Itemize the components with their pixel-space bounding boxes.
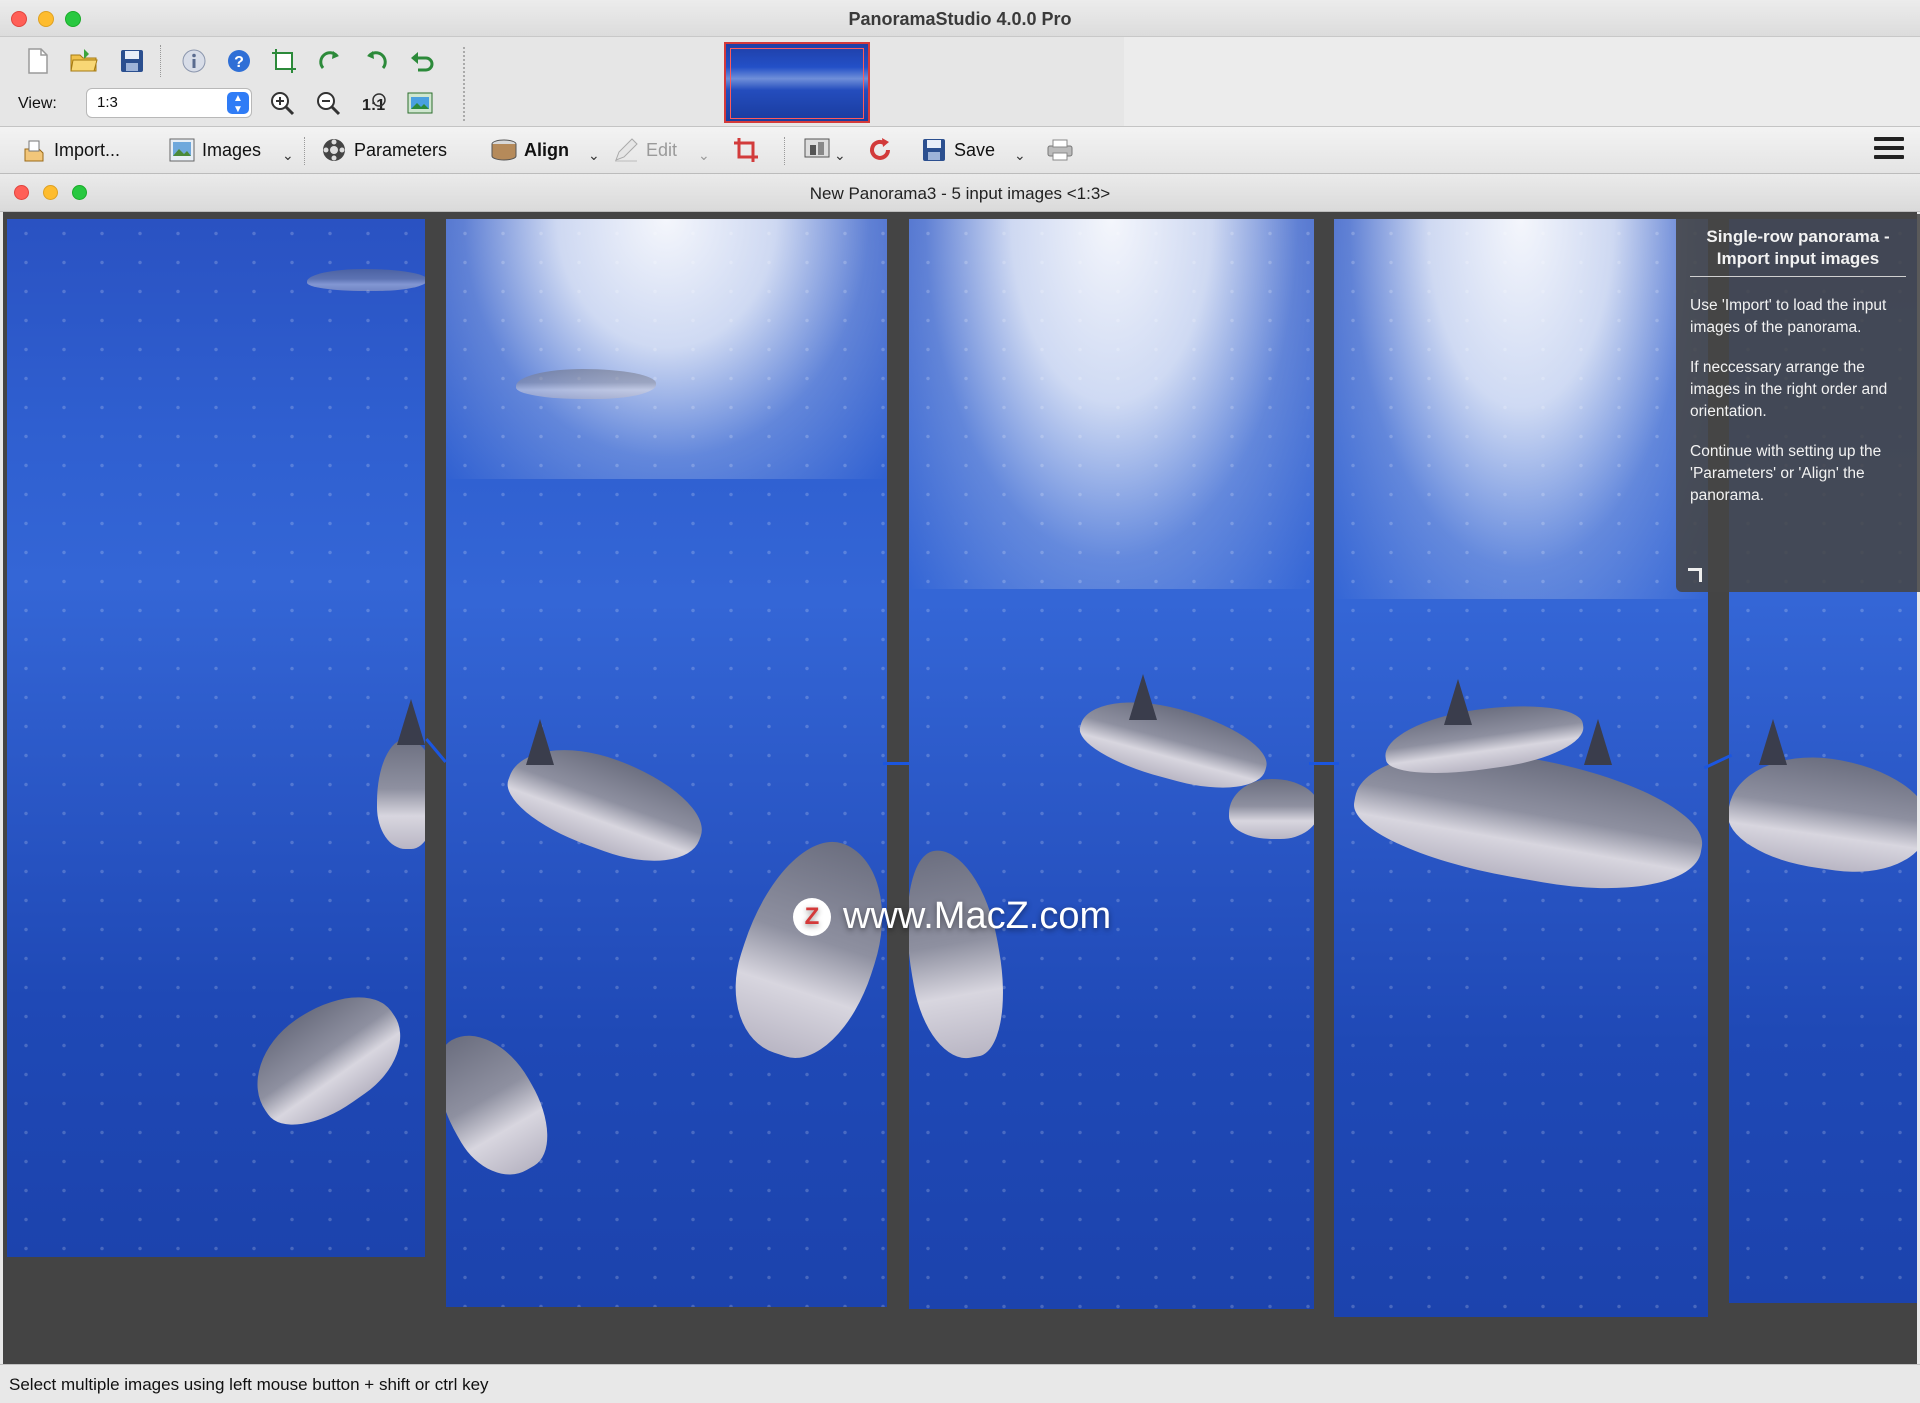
svg-text:?: ? — [234, 54, 244, 71]
tool-panel: ? View: 1:3 ▲ ▼ 1:1 — [8, 41, 466, 125]
image-link-marker — [883, 762, 909, 765]
input-image-4[interactable] — [1334, 219, 1708, 1317]
parameters-film-icon — [320, 136, 348, 164]
save-label: Save — [954, 139, 996, 160]
import-label: Import... — [54, 139, 121, 160]
view-label: View: — [18, 95, 57, 112]
input-image-2[interactable] — [446, 219, 887, 1307]
images-label: Images — [202, 139, 262, 160]
top-toolbar: ? View: 1:3 ▲ ▼ 1:1 — [0, 37, 1920, 127]
help-title: Single-row panorama - Import input image… — [1690, 222, 1906, 277]
panel-separator — [463, 47, 465, 121]
chevron-updown-icon[interactable]: ▲ ▼ — [227, 92, 249, 115]
help-paragraph: If neccessary arrange the images in the … — [1690, 359, 1888, 420]
panorama-preview-thumbnail[interactable] — [724, 42, 870, 123]
print-button[interactable] — [1046, 135, 1080, 165]
watermark-logo: Z — [793, 897, 831, 936]
edit-pencil-icon — [612, 136, 640, 164]
app-title: PanoramaStudio 4.0.0 Pro — [848, 9, 1072, 29]
align-dropdown-chevron-icon[interactable]: ⌄ — [588, 147, 600, 164]
edit-button[interactable]: Edit — [612, 135, 677, 165]
rotate-left-icon[interactable] — [314, 45, 346, 77]
image-link-marker — [1309, 762, 1339, 765]
align-label: Align — [524, 139, 569, 160]
save-icon — [920, 136, 948, 164]
watermark-text: www.MacZ.com — [843, 895, 1112, 937]
zoom-actual-icon[interactable]: 1:1 — [358, 87, 390, 119]
collapse-corner-icon[interactable] — [1688, 568, 1702, 582]
edit-label: Edit — [646, 139, 678, 160]
rotate-right-icon[interactable] — [360, 45, 392, 77]
parameters-button[interactable]: Parameters — [320, 135, 447, 165]
fit-to-window-icon[interactable] — [404, 87, 436, 119]
crop-button[interactable] — [732, 135, 766, 165]
watermark: Z www.MacZ.com — [793, 895, 1111, 938]
document-title: New Panorama3 - 5 input images <1:3> — [809, 184, 1111, 203]
image-link-marker — [425, 738, 447, 763]
save-dropdown-chevron-icon[interactable]: ⌄ — [1014, 147, 1026, 164]
help-icon[interactable]: ? — [223, 45, 255, 77]
align-cylinder-icon — [490, 136, 518, 164]
window-titlebar: PanoramaStudio 4.0.0 Pro — [0, 0, 1920, 37]
input-image-1[interactable] — [7, 219, 425, 1257]
crop-icon — [732, 136, 760, 164]
panorama-canvas[interactable]: Z www.MacZ.com — [3, 212, 1917, 1364]
align-button[interactable]: Align — [490, 135, 569, 165]
open-folder-icon[interactable] — [68, 45, 100, 77]
status-text: Select multiple images using left mouse … — [9, 1375, 489, 1394]
edit-dropdown-chevron-icon[interactable]: ⌄ — [698, 147, 710, 164]
command-toolbar: Import... Images ⌄ Parameters Align ⌄ Ed… — [0, 127, 1920, 174]
crop-frame-icon[interactable] — [268, 45, 300, 77]
zoom-in-icon[interactable] — [266, 87, 298, 119]
toolbar-separator — [160, 45, 162, 77]
import-hand-icon — [20, 136, 48, 164]
toolbar-empty-area — [1124, 37, 1920, 126]
images-dropdown-chevron-icon[interactable]: ⌄ — [282, 147, 294, 164]
images-button[interactable]: Images — [168, 135, 261, 165]
view-zoom-value: 1:3 — [97, 94, 118, 111]
image-link-marker — [1703, 753, 1733, 770]
view-zoom-select[interactable]: 1:3 ▲ ▼ — [86, 88, 252, 118]
import-button[interactable]: Import... — [20, 135, 120, 165]
input-image-3[interactable] — [909, 219, 1314, 1309]
parameters-label: Parameters — [354, 139, 448, 160]
preview-button[interactable] — [804, 135, 838, 165]
toolbar-separator — [304, 137, 306, 165]
help-paragraph: Use 'Import' to load the input images of… — [1690, 297, 1887, 336]
zoom-out-icon[interactable] — [312, 87, 344, 119]
hamburger-menu-icon[interactable] — [1874, 137, 1904, 163]
new-document-icon[interactable] — [22, 45, 54, 77]
save-button[interactable]: Save — [920, 135, 995, 165]
refresh-red-icon — [866, 136, 894, 164]
preview-monitor-icon — [804, 136, 832, 164]
help-panel: Single-row panorama - Import input image… — [1676, 214, 1920, 592]
preview-dropdown-chevron-icon[interactable]: ⌄ — [834, 147, 846, 164]
status-bar: Select multiple images using left mouse … — [0, 1364, 1920, 1403]
images-icon — [168, 136, 196, 164]
help-paragraph: Continue with setting up the 'Parameters… — [1690, 443, 1882, 504]
toolbar-separator — [784, 137, 786, 165]
info-icon[interactable] — [178, 45, 210, 77]
preview-viewport-frame[interactable] — [730, 48, 864, 119]
save-disk-icon[interactable] — [116, 45, 148, 77]
document-titlebar: New Panorama3 - 5 input images <1:3> — [0, 174, 1920, 212]
printer-icon — [1046, 136, 1074, 164]
undo-icon[interactable] — [406, 45, 438, 77]
refresh-button[interactable] — [866, 135, 900, 165]
